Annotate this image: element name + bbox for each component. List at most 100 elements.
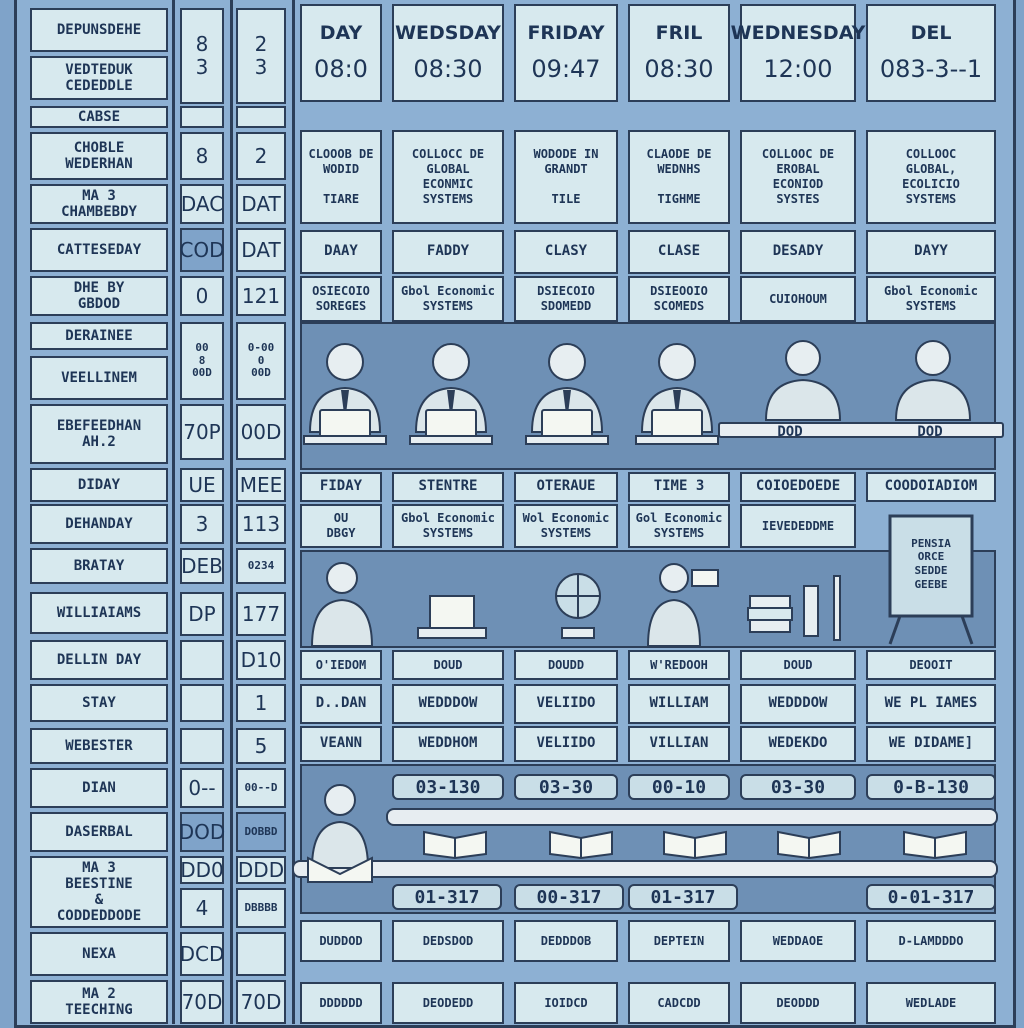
globe-icon	[555, 573, 601, 639]
number-cell: DAT	[236, 184, 286, 224]
footer-cell: DEODEDD	[392, 982, 504, 1024]
person-seated	[748, 332, 858, 432]
name-cell: WEDDHOM	[392, 726, 504, 762]
name-cell: VELIIDO	[514, 684, 618, 724]
column-header[interactable]: WEDSDAY 08:30	[392, 4, 504, 102]
number-cell: DCD	[180, 932, 224, 976]
person-reading	[302, 556, 406, 648]
time-pill: 0-01-317	[866, 884, 996, 910]
time-pill: 01-317	[628, 884, 738, 910]
row-label: WEBESTER	[30, 728, 168, 764]
time-pill: 00-317	[514, 884, 624, 910]
number-cell	[180, 684, 224, 722]
row-title-cell: TIME 3	[628, 472, 730, 502]
name-cell: DOUDD	[514, 650, 618, 680]
number-cell: DAT	[236, 228, 286, 272]
row-label: NEXA	[30, 932, 168, 976]
time-pill: 0-B-130	[866, 774, 996, 800]
systems-cell: OSIECOIO SOREGES	[300, 276, 382, 322]
open-book	[546, 826, 616, 860]
row-label: DERAINEE	[30, 322, 168, 350]
number-cell: COD	[179, 228, 225, 272]
number-cell: 0234	[236, 548, 286, 584]
open-book-icon	[423, 830, 487, 860]
footer-cell: DEODDD	[740, 982, 856, 1024]
row-label: DASERBAL	[30, 812, 168, 852]
number-cell: UE	[180, 468, 224, 502]
number-cell: 113	[236, 504, 286, 544]
number-cell: D10	[236, 640, 286, 680]
course-cell: WODODE IN GRANDT TILE	[514, 130, 618, 224]
name-cell: WEDDDOW	[740, 684, 856, 724]
course-cell: COLLOCC DE GLOBAL ECONMIC SYSTEMS	[392, 130, 504, 224]
number-cell: DBBBB	[236, 888, 286, 928]
column-header[interactable]: DAY 08:0	[300, 4, 382, 102]
open-book	[900, 826, 970, 860]
name-cell: WEDDDOW	[392, 684, 504, 724]
header-time: 08:30	[644, 54, 714, 83]
number-cell: 8	[180, 132, 224, 180]
number-cell: DOD	[179, 812, 225, 852]
open-book-icon	[777, 830, 841, 860]
number-cell: DDD	[236, 856, 286, 884]
person-at-laptop	[622, 332, 732, 462]
number-cell: DP	[180, 592, 224, 636]
column-header[interactable]: FRIDAY 09:47	[514, 4, 618, 102]
row-sub-cell: Gbol Economic SYSTEMS	[392, 504, 504, 548]
row-sub-cell: Wol Economic SYSTEMS	[514, 504, 618, 548]
person-at-laptop	[512, 332, 622, 462]
number-cell: 2 3	[236, 8, 286, 104]
row-title-cell: STENTRE	[392, 472, 504, 502]
row-label: MA 2 TEECHING	[30, 980, 168, 1024]
number-cell: 177	[236, 592, 286, 636]
number-cell: 3	[180, 504, 224, 544]
name-cell: DEOOIT	[866, 650, 996, 680]
number-cell: 2	[236, 132, 286, 180]
time-pill: 01-317	[392, 884, 502, 910]
day-cell: FADDY	[392, 230, 504, 274]
column-header[interactable]: DEL 083-3--1	[866, 4, 996, 102]
footer-cell: DUDDOD	[300, 920, 382, 962]
row-label: STAY	[30, 684, 168, 722]
person-at-laptop	[290, 332, 400, 462]
header-day: FRIDAY	[527, 22, 605, 45]
person-reading-icon	[307, 784, 373, 883]
open-book	[774, 826, 844, 860]
number-cell: 00D	[236, 404, 286, 460]
number-cell: 121	[236, 276, 286, 316]
number-cell: 4	[180, 888, 224, 928]
column-header[interactable]: FRIL 08:30	[628, 4, 730, 102]
row-label: DIAN	[30, 768, 168, 808]
row-title-cell: OTERAUE	[514, 472, 618, 502]
number-cell: DD0	[180, 856, 224, 884]
course-cell: CLAODE DE WEDNHS TIGHME	[628, 130, 730, 224]
header-time: 09:47	[531, 54, 601, 83]
number-cell: 0-00 0 00D	[236, 322, 286, 400]
time-pill: 03-130	[392, 774, 504, 800]
person-icon	[894, 340, 972, 421]
day-cell: DESADY	[740, 230, 856, 274]
name-cell: VELIIDO	[514, 726, 618, 762]
rail	[386, 808, 998, 826]
desk-label: DOD	[917, 424, 943, 441]
open-book	[660, 826, 730, 860]
person-seated	[878, 332, 988, 432]
row-label: VEELLINEM	[30, 356, 168, 400]
number-cell: 0	[180, 276, 224, 316]
number-cell	[180, 640, 224, 680]
systems-cell: DSIECOIO SDOMEDD	[514, 276, 618, 322]
header-day: WEDNESDAY	[730, 22, 866, 45]
number-cell: 70P	[180, 404, 224, 460]
row-label: DIDAY	[30, 468, 168, 502]
laptop-icon	[417, 595, 487, 639]
name-cell: WILLIAM	[628, 684, 730, 724]
row-label: DHE BY GBDOD	[30, 276, 168, 316]
course-cell: CLOOOB DE WODID TIARE	[300, 130, 382, 224]
number-cell	[180, 106, 224, 128]
header-time: 12:00	[763, 54, 833, 83]
person-with-sign	[640, 556, 744, 648]
row-label: WILLIAIAMS	[30, 592, 168, 634]
row-label: BRATAY	[30, 548, 168, 584]
column-header[interactable]: WEDNESDAY 12:00	[731, 4, 865, 102]
header-day: DEL	[910, 22, 952, 45]
